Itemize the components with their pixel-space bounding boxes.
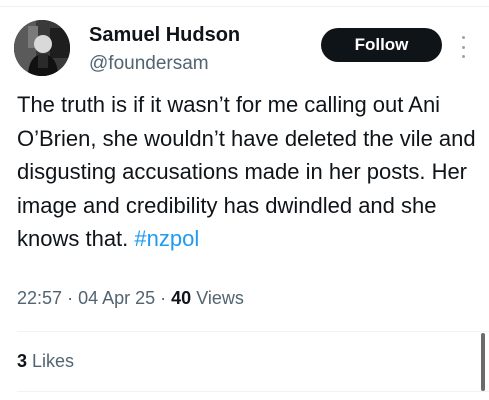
more-vertical-icon[interactable] bbox=[460, 36, 466, 58]
more-dot bbox=[461, 45, 465, 49]
likes-link[interactable]: 3 Likes bbox=[17, 351, 74, 372]
divider bbox=[17, 391, 489, 392]
tweet-body: The truth is if it wasn’t for me calling… bbox=[17, 92, 476, 251]
scrollbar[interactable] bbox=[481, 333, 485, 391]
tweet-date[interactable]: 04 Apr 25 bbox=[78, 288, 155, 308]
more-dot bbox=[461, 55, 465, 58]
views-count: 40 bbox=[171, 288, 192, 308]
user-photo-icon bbox=[14, 20, 70, 76]
follow-button[interactable]: Follow bbox=[321, 28, 442, 62]
hashtag-link[interactable]: #nzpol bbox=[134, 226, 199, 251]
author-handle[interactable]: @foundersam bbox=[89, 53, 209, 75]
divider bbox=[17, 331, 489, 332]
meta-separator: · bbox=[160, 288, 167, 308]
tweet-detail: Samuel Hudson @foundersam Follow The tru… bbox=[0, 0, 489, 400]
top-divider bbox=[0, 6, 489, 7]
tweet-meta: 22:57 · 04 Apr 25 · 40 Views bbox=[17, 288, 244, 309]
tweet-text: The truth is if it wasn’t for me calling… bbox=[17, 88, 477, 256]
author-name[interactable]: Samuel Hudson bbox=[89, 24, 240, 47]
tweet-time[interactable]: 22:57 bbox=[17, 288, 62, 308]
likes-count: 3 bbox=[17, 351, 28, 371]
views-label: Views bbox=[196, 288, 244, 308]
avatar[interactable] bbox=[14, 20, 70, 76]
meta-separator: · bbox=[67, 288, 74, 308]
more-dot bbox=[461, 36, 465, 39]
likes-label: Likes bbox=[32, 351, 75, 371]
